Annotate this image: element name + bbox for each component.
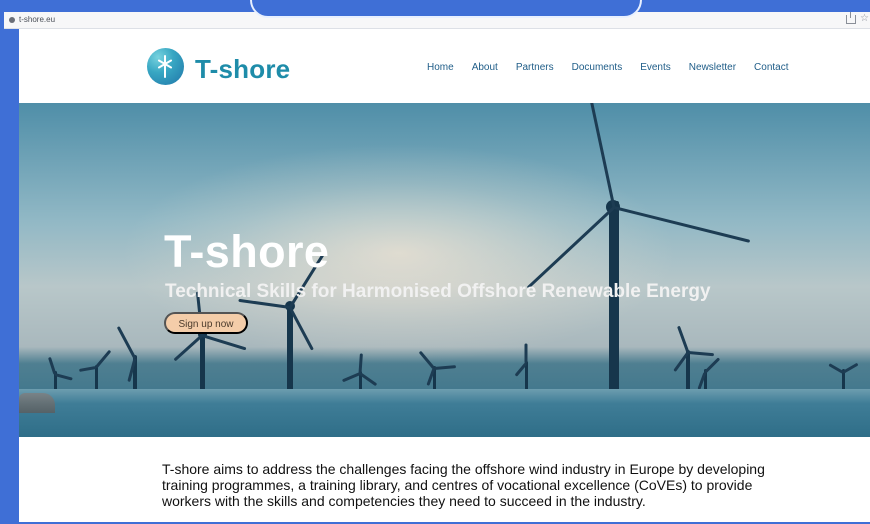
hero-turbine-distant: [341, 103, 409, 413]
nav-events[interactable]: Events: [640, 62, 671, 73]
hero-turbine-blade: [703, 357, 721, 374]
hero-turbine-blade: [358, 353, 363, 374]
browser-window: t-shore.eu ☆ T-shore Home About Partners…: [4, 12, 870, 522]
share-icon[interactable]: [846, 12, 856, 24]
star-icon[interactable]: ☆: [860, 13, 869, 24]
main-navigation: Home About Partners Documents Events New…: [427, 62, 789, 73]
hero-turbine-distant: [48, 103, 94, 413]
hero-turbine-distant: [697, 103, 754, 413]
hero-sea: [19, 389, 870, 437]
hero-turbine-blade: [201, 334, 247, 351]
hero-title: T-shore: [164, 226, 330, 277]
hero-turbine-blade: [842, 362, 859, 374]
nav-about[interactable]: About: [472, 62, 498, 73]
nav-home[interactable]: Home: [427, 62, 454, 73]
nav-documents[interactable]: Documents: [572, 62, 623, 73]
site-info-icon[interactable]: [9, 17, 15, 23]
hero-turbine-distant: [514, 103, 565, 413]
left-frame-bar: [4, 29, 19, 522]
site-logo-text[interactable]: T-shore: [195, 54, 290, 85]
hero-turbine-distant: [418, 103, 483, 413]
hero-distant-island: [19, 393, 55, 413]
nav-partners[interactable]: Partners: [516, 62, 554, 73]
hero-turbine-blade: [524, 343, 528, 364]
sign-up-button[interactable]: Sign up now: [164, 312, 248, 334]
hero-turbine-blade: [94, 349, 112, 369]
url-text: t-shore.eu: [19, 15, 56, 24]
intro-section: T-shore aims to address the challenges f…: [19, 437, 870, 522]
hero-banner: T-shore Technical Skills for Harmonised …: [19, 103, 870, 437]
overlay-partial-text: [252, 0, 640, 16]
hero-subtitle: Technical Skills for Harmonised Offshore…: [165, 281, 711, 302]
top-overlay-banner: [250, 0, 642, 18]
wind-turbine-icon[interactable]: [147, 48, 184, 85]
hero-turbine-blade: [54, 373, 73, 381]
site-header: T-shore Home About Partners Documents Ev…: [19, 29, 870, 103]
nav-newsletter[interactable]: Newsletter: [689, 62, 736, 73]
nav-contact[interactable]: Contact: [754, 62, 788, 73]
hero-turbine-distant: [78, 103, 145, 413]
hero-turbine-blade: [433, 365, 457, 370]
hero-turbine-distant: [828, 103, 870, 413]
intro-paragraph: T-shore aims to address the challenges f…: [162, 461, 765, 509]
